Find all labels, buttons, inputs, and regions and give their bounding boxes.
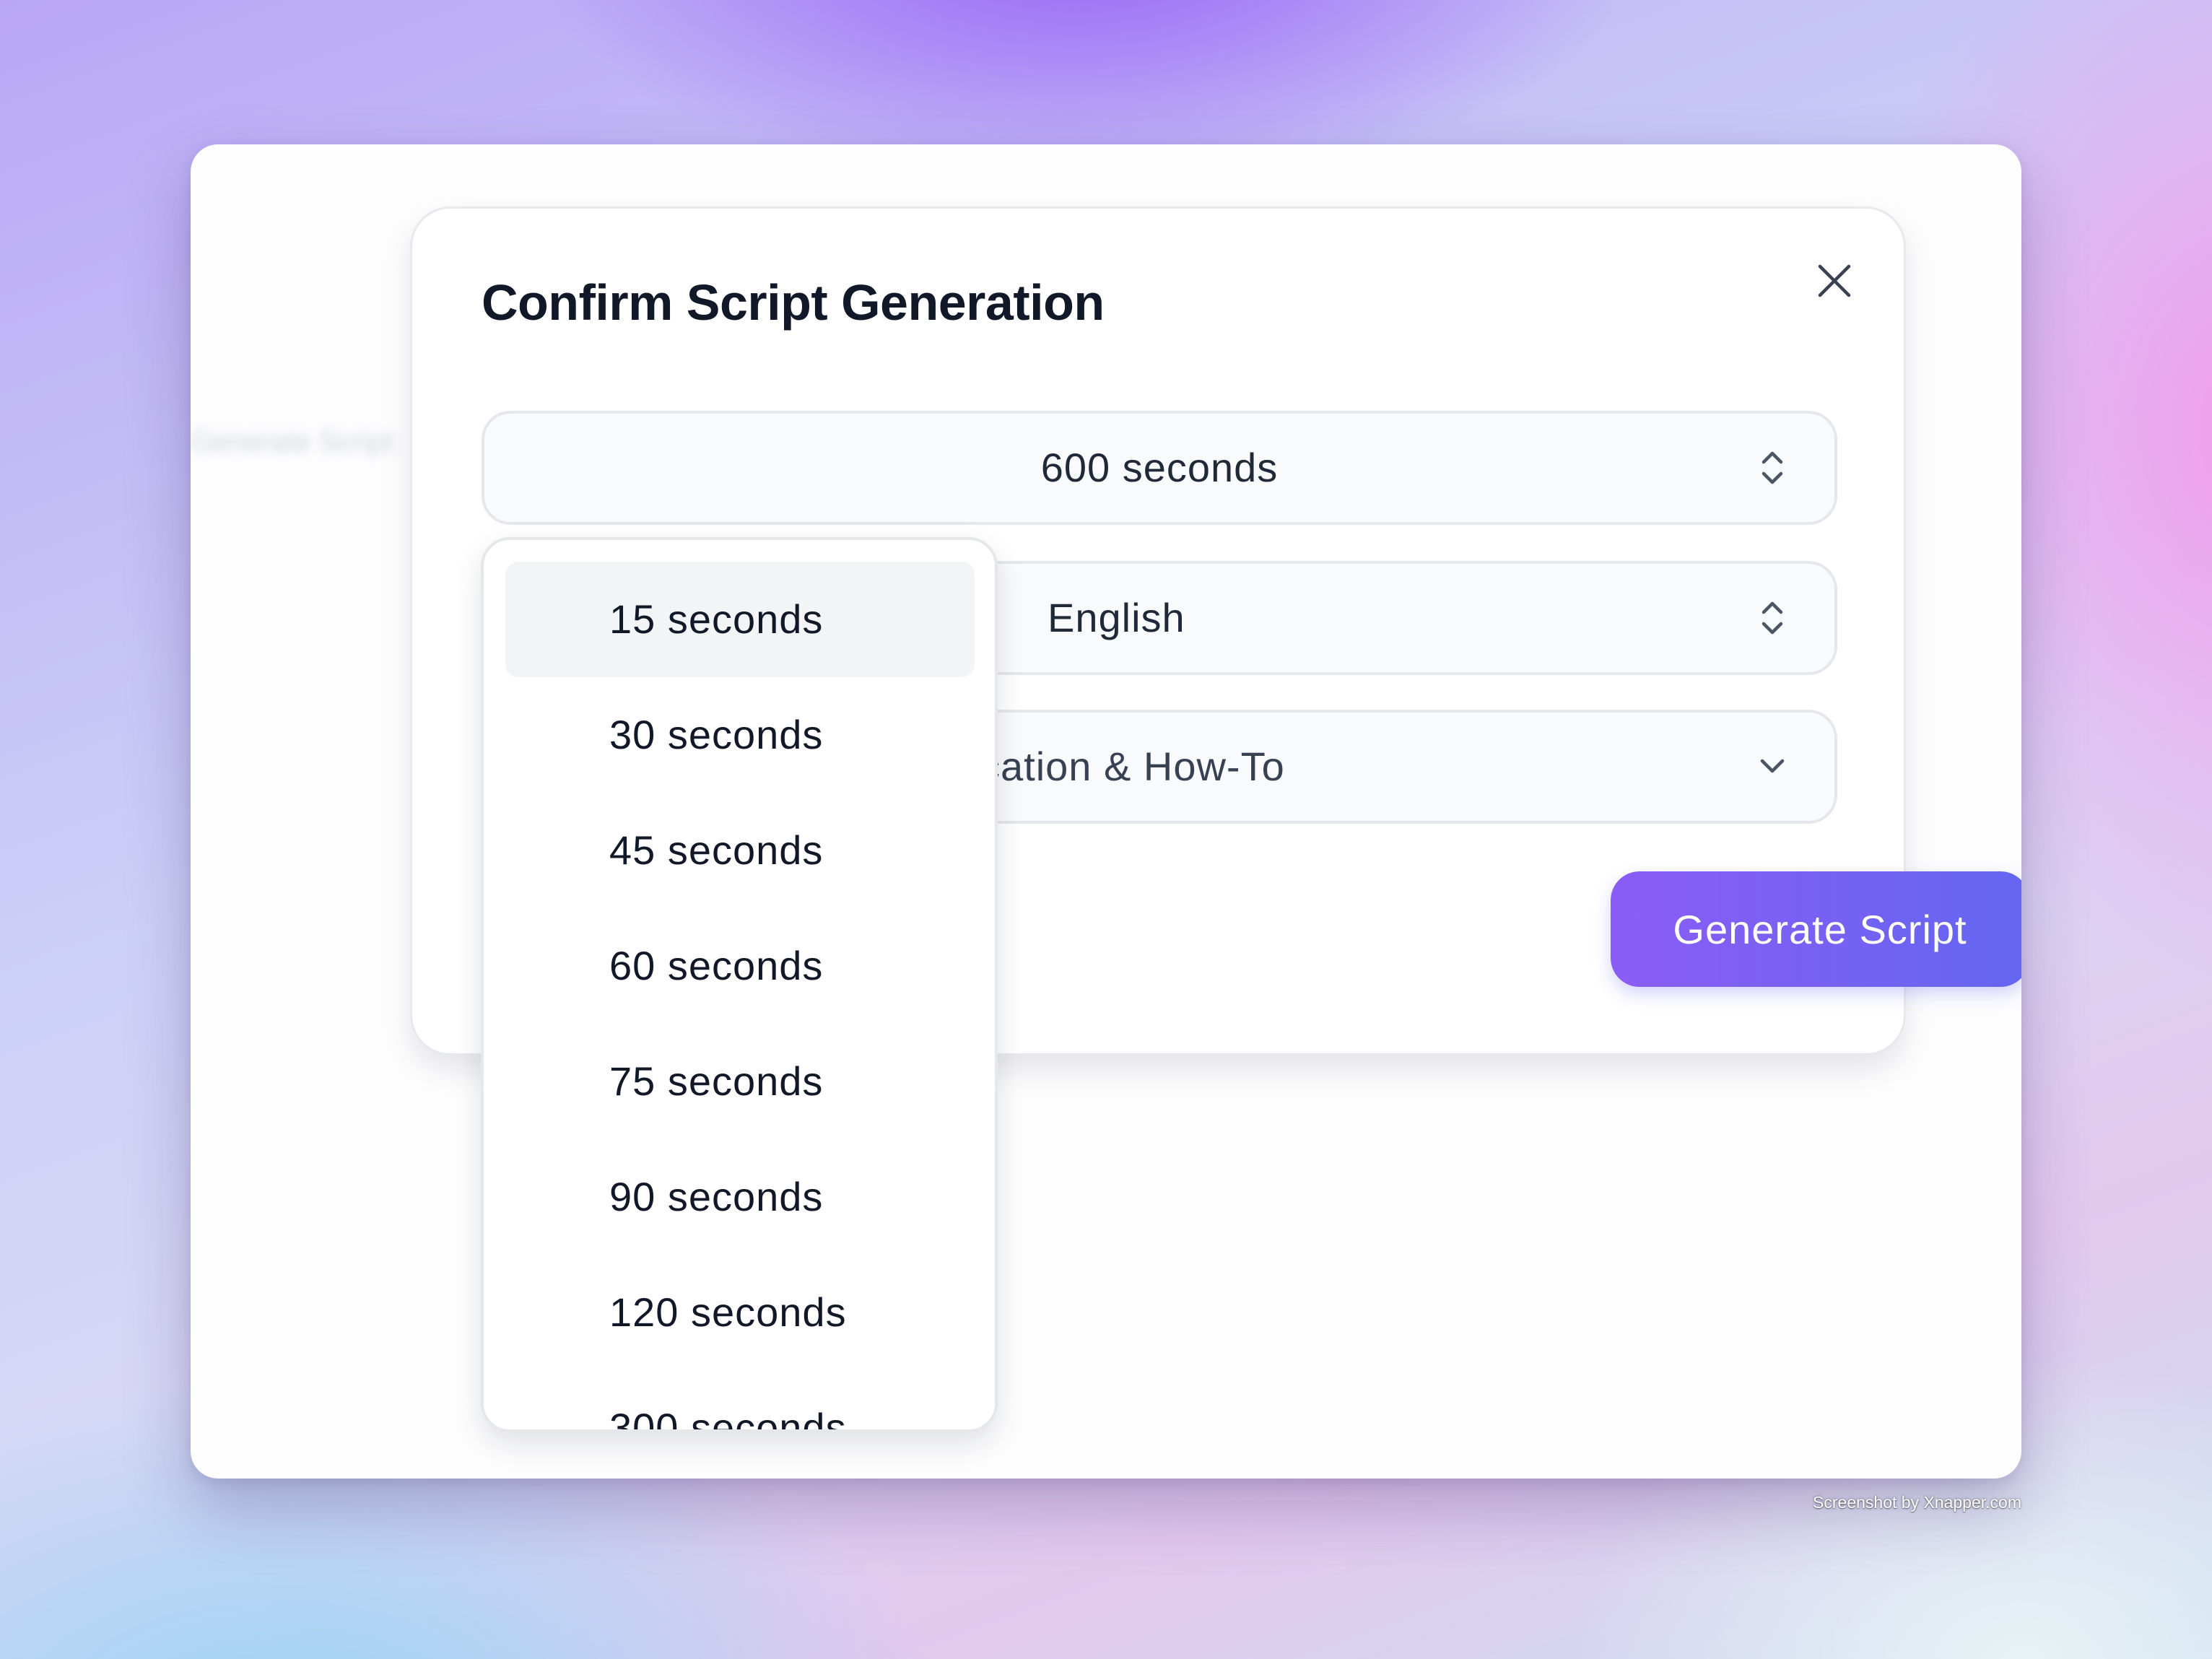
duration-option[interactable]: 75 seconds	[505, 1024, 975, 1139]
duration-option-list: 15 seconds 30 seconds 45 seconds 60 seconds…	[505, 562, 975, 1429]
duration-option[interactable]: 30 seconds	[505, 677, 975, 793]
chevron-down-icon	[1760, 759, 1785, 773]
duration-option[interactable]: 15 seconds	[505, 562, 975, 677]
category-select-value: cation & How-To	[980, 744, 1285, 789]
duration-select[interactable]: 600 seconds	[482, 411, 1837, 525]
watermark: Screenshot by Xnapper.com	[1813, 1493, 2021, 1512]
close-button[interactable]	[1806, 252, 1863, 310]
generate-script-button[interactable]: Generate Script	[1611, 871, 2021, 987]
duration-option[interactable]: 60 seconds	[505, 908, 975, 1024]
app-window: Generate Script Confirm Script Generatio…	[191, 144, 2021, 1479]
duration-option[interactable]: 120 seconds	[505, 1255, 975, 1370]
language-select-value: English	[1048, 595, 1185, 640]
chevron-up-down-icon	[1762, 451, 1783, 484]
duration-dropdown: 15 seconds 30 seconds 45 seconds 60 seconds…	[481, 537, 998, 1432]
background-blurred-text: Generate Script	[191, 426, 393, 458]
close-icon	[1818, 264, 1851, 297]
duration-select-value: 600 seconds	[1040, 445, 1279, 490]
duration-option[interactable]: 45 seconds	[505, 793, 975, 908]
modal-title: Confirm Script Generation	[482, 274, 1105, 331]
chevron-up-down-icon	[1762, 601, 1783, 635]
duration-option[interactable]: 300 seconds	[505, 1370, 975, 1429]
duration-option[interactable]: 90 seconds	[505, 1139, 975, 1255]
